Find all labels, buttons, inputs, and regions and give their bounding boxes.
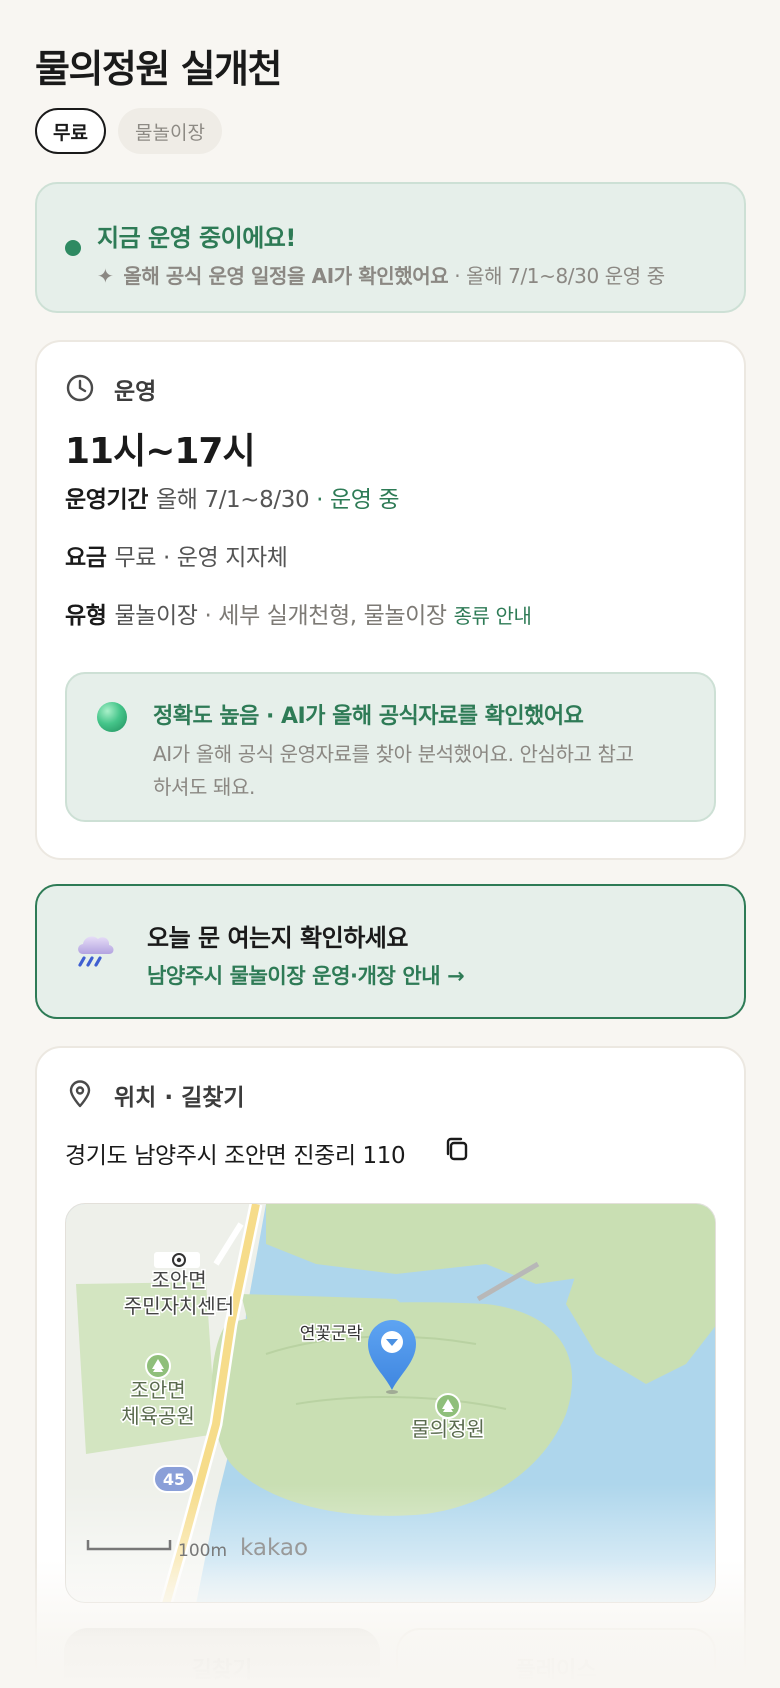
page: 물의정원 실개천 무료 물놀이장 지금 운영 중이에요! ✦ 올해 공식 운영 일… — [0, 0, 780, 1688]
place-button[interactable]: 플레이스 — [396, 1628, 716, 1688]
fee-value: 무료 · 운영 지자체 — [114, 545, 288, 571]
live-status-period: · 올해 7/1~8/30 운영 중 — [448, 264, 665, 288]
map-pin-icon — [65, 1079, 95, 1113]
live-status-title: 지금 운영 중이에요! — [97, 224, 296, 252]
accuracy-box: 정확도 높음 · AI가 올해 공식자료를 확인했어요 AI가 올해 공식 운영… — [65, 672, 716, 822]
map-office-marker-dot — [176, 1257, 182, 1263]
road-number: 45 — [163, 1470, 185, 1489]
map-label-office-line1: 조안면 — [151, 1268, 206, 1292]
map-label-park-line2: 체육공원 — [121, 1404, 195, 1428]
fee-row: 요금 무료 · 운영 지자체 — [65, 538, 288, 572]
live-dot-icon — [65, 240, 81, 256]
period-status: · 운영 중 — [309, 487, 400, 513]
hours-card: 운영 11시~17시 운영기간 올해 7/1~8/30 · 운영 중 요금 무료 ·… — [35, 340, 746, 860]
type-detail: · 세부 실개천형, 물놀이장 — [197, 603, 454, 629]
map-label-pond: 연꽃군락 — [300, 1324, 363, 1344]
accuracy-body: AI가 올해 공식 운영자료를 찾아 분석했어요. 안심하고 참고하셔도 돼요. — [153, 742, 634, 799]
map-label-office-line2: 주민자치센터 — [124, 1294, 234, 1318]
map-label-park-line1: 조안면 — [130, 1378, 185, 1402]
type-row: 유형 물놀이장 · 세부 실개천형, 물놀이장 종류 안내 — [65, 596, 532, 630]
live-status-ai-note: 올해 공식 운영 일정을 AI가 확인했어요 — [123, 264, 449, 288]
location-card: 위치 · 길찾기 경기도 남양주시 조안면 진중리 110 조안면 주민자치센터… — [35, 1046, 746, 1688]
clock-icon — [65, 373, 95, 407]
fee-chip[interactable]: 무료 — [35, 108, 106, 154]
address-text: 경기도 남양주시 조안면 진중리 110 — [65, 1143, 406, 1169]
sparkle-icon: ✦ — [97, 264, 114, 288]
type-guide-link[interactable]: 종류 안내 — [454, 604, 532, 628]
operating-hours: 11시~17시 — [65, 431, 256, 472]
accuracy-title: 정확도 높음 · AI가 올해 공식자료를 확인했어요 — [153, 704, 584, 729]
rain-cloud-icon — [73, 930, 117, 974]
pin-shadow — [386, 1390, 398, 1394]
directions-button[interactable]: 길찾기 — [64, 1628, 380, 1688]
period-label: 운영기간 — [65, 487, 149, 513]
map-brand-logo: kakao — [240, 1535, 308, 1561]
map-label-garden: 물의정원 — [411, 1417, 485, 1441]
live-status-subtitle: ✦ 올해 공식 운영 일정을 AI가 확인했어요 · 올해 7/1~8/30 운영… — [97, 260, 665, 289]
type-chip[interactable]: 물놀이장 — [118, 108, 222, 154]
period-value: 올해 7/1~8/30 — [156, 487, 310, 513]
fee-label: 요금 — [65, 545, 107, 571]
check-today-title: 오늘 문 여는지 확인하세요 — [147, 924, 408, 952]
check-today-banner[interactable]: 오늘 문 여는지 확인하세요 남양주시 물놀이장 운영·개장 안내 → — [35, 884, 746, 1019]
copy-icon[interactable] — [442, 1134, 472, 1168]
accuracy-orb-icon — [97, 702, 127, 732]
type-value: 물놀이장 — [114, 603, 198, 629]
map-scale-label: 100m — [178, 1541, 227, 1561]
check-today-link[interactable]: 남양주시 물놀이장 운영·개장 안내 → — [147, 960, 465, 990]
page-title: 물의정원 실개천 — [35, 47, 282, 91]
location-heading: 위치 · 길찾기 — [114, 1085, 245, 1111]
type-label: 유형 — [65, 603, 107, 629]
period-row: 운영기간 올해 7/1~8/30 · 운영 중 — [65, 480, 400, 514]
map-view[interactable]: 조안면 주민자치센터 조안면 체육공원 연꽃군락 물의정원 45 100m ka… — [65, 1203, 716, 1603]
live-status-banner: 지금 운영 중이에요! ✦ 올해 공식 운영 일정을 AI가 확인했어요 · 올해… — [35, 182, 746, 313]
hours-heading: 운영 — [114, 379, 157, 405]
